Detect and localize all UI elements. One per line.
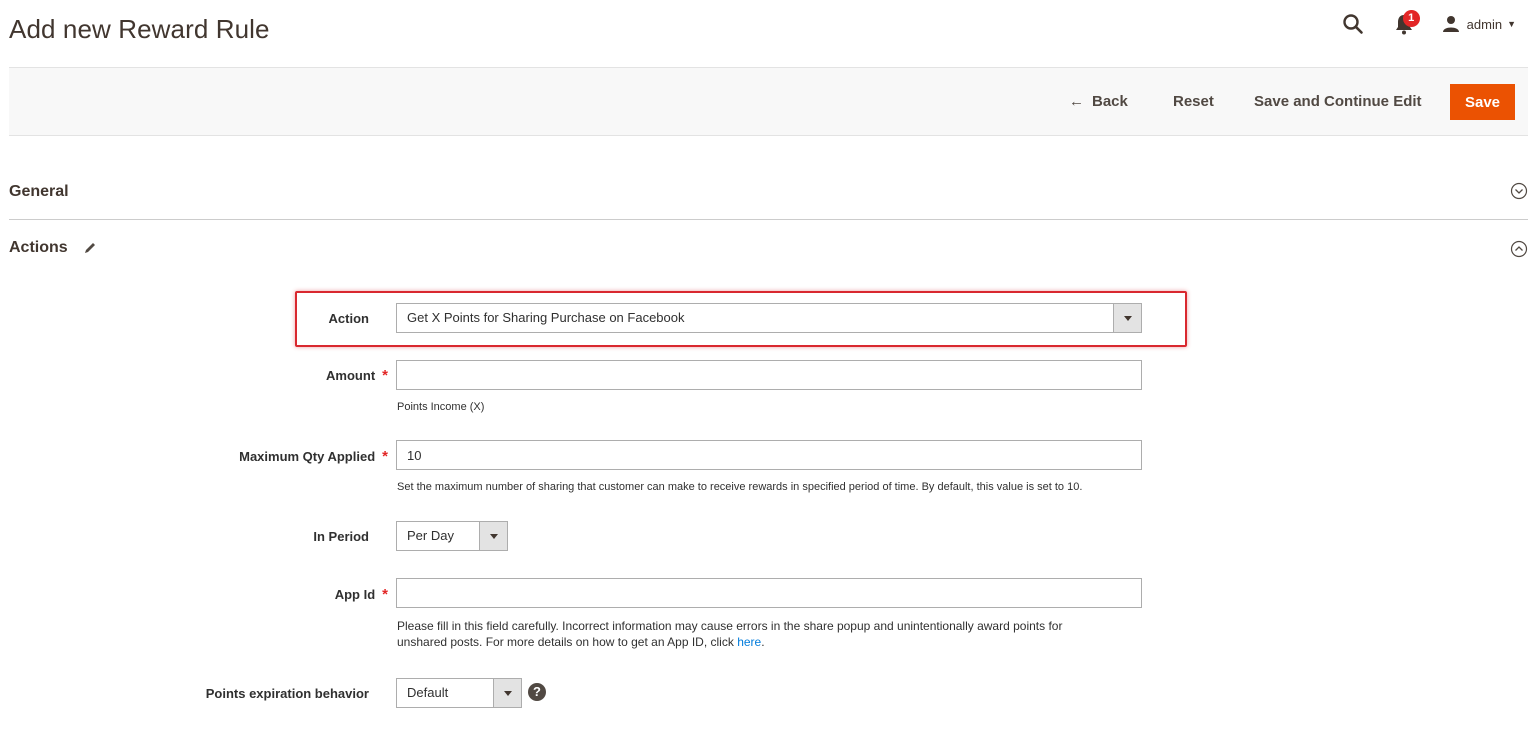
app-id-note-line1: Please fill in this field carefully. Inc… — [397, 619, 1063, 633]
user-menu[interactable]: admin ▼ — [1442, 15, 1516, 33]
back-button-label: Back — [1092, 93, 1128, 110]
amount-label: Amount * — [326, 367, 388, 384]
section-actions-title: Actions — [9, 239, 68, 256]
notifications-bell-icon[interactable]: 1 — [1394, 10, 1420, 35]
max-qty-note: Set the maximum number of sharing that c… — [397, 481, 1083, 493]
in-period-label: In Period — [313, 529, 369, 544]
dropdown-arrow-icon — [493, 679, 521, 707]
chevron-down-icon: ▼ — [1507, 19, 1516, 29]
user-name: admin — [1466, 16, 1503, 32]
max-qty-label: Maximum Qty Applied * — [239, 448, 388, 465]
app-id-label-text: App Id — [334, 587, 376, 602]
back-button[interactable]: ← Back — [1069, 84, 1128, 120]
section-general-header[interactable]: General — [9, 172, 1528, 220]
dropdown-arrow-icon — [1113, 304, 1141, 332]
page-actions-bar: ← Back Reset Save and Continue Edit Save — [9, 67, 1528, 136]
notification-count-badge: 1 — [1402, 10, 1420, 27]
reset-button[interactable]: Reset — [1173, 84, 1214, 120]
required-asterisk: * — [382, 367, 388, 384]
section-actions-header[interactable]: Actions — [9, 228, 1528, 268]
page-title: Add new Reward Rule — [9, 14, 270, 44]
amount-note: Points Income (X) — [397, 401, 485, 413]
required-asterisk: * — [382, 586, 388, 603]
amount-input[interactable] — [396, 360, 1142, 390]
app-id-note-end: . — [761, 635, 765, 649]
arrow-left-icon: ← — [1069, 93, 1084, 110]
help-icon[interactable]: ? — [528, 683, 546, 701]
app-id-note: Please fill in this field carefully. Inc… — [397, 618, 1157, 650]
pencil-icon — [84, 243, 95, 253]
amount-label-text: Amount — [326, 368, 376, 383]
expiration-label: Points expiration behavior — [205, 686, 369, 701]
max-qty-input[interactable] — [396, 440, 1142, 470]
app-id-note-line2: unshared posts. For more details on how … — [397, 635, 738, 649]
in-period-select[interactable]: Per Day — [396, 521, 508, 551]
header-actions: 1 admin ▼ — [1342, 10, 1516, 38]
action-select[interactable]: Get X Points for Sharing Purchase on Fac… — [396, 303, 1142, 333]
max-qty-label-text: Maximum Qty Applied — [239, 449, 376, 464]
expand-chevron-icon[interactable] — [1510, 182, 1528, 200]
collapse-chevron-icon[interactable] — [1510, 240, 1528, 258]
expiration-select[interactable]: Default — [396, 678, 522, 708]
section-general-title: General — [9, 182, 69, 200]
action-label: Action — [328, 311, 369, 326]
expiration-select-value: Default — [407, 685, 449, 700]
app-id-label: App Id * — [335, 586, 388, 603]
user-icon — [1442, 16, 1459, 32]
action-select-value: Get X Points for Sharing Purchase on Fac… — [407, 310, 685, 325]
required-asterisk: * — [382, 448, 388, 465]
app-id-help-link[interactable]: here — [737, 635, 761, 649]
in-period-select-value: Per Day — [407, 528, 454, 543]
app-id-input[interactable] — [396, 578, 1142, 608]
dropdown-arrow-icon — [479, 522, 507, 550]
save-button[interactable]: Save — [1450, 84, 1515, 120]
search-icon[interactable] — [1342, 13, 1364, 35]
save-and-continue-button[interactable]: Save and Continue Edit — [1254, 84, 1422, 120]
